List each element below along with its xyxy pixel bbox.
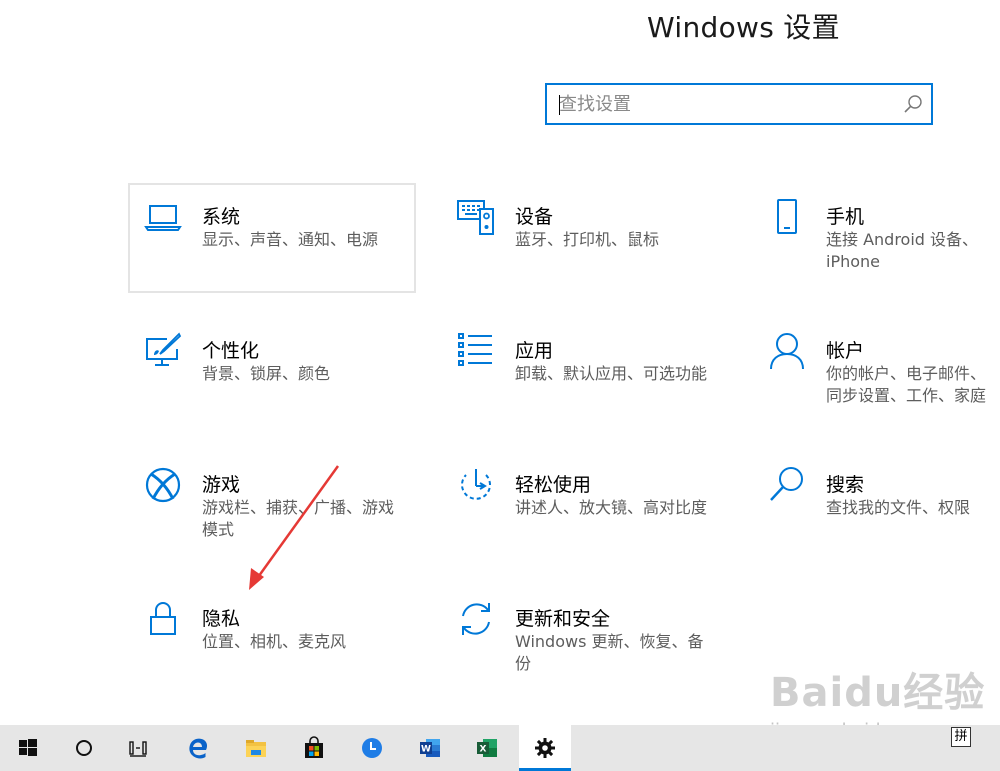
cortana-button[interactable] bbox=[60, 725, 108, 771]
excel-icon: X bbox=[477, 739, 497, 757]
file-explorer-button[interactable] bbox=[232, 725, 280, 771]
tile-ease-of-access[interactable]: 轻松使用 讲述人、放大镜、高对比度 bbox=[441, 451, 729, 561]
tile-name: 设备 bbox=[515, 206, 554, 228]
taskbar: W X bbox=[0, 725, 1000, 771]
tile-name: 个性化 bbox=[202, 340, 260, 362]
page-title: Windows 设置 bbox=[647, 11, 840, 44]
file-explorer-icon bbox=[246, 740, 266, 757]
tile-description: 连接 Android 设备、iPhone bbox=[826, 230, 979, 271]
excel-button[interactable]: X bbox=[463, 725, 511, 771]
tile-search[interactable]: 搜索 查找我的文件、权限 bbox=[752, 451, 1000, 561]
laptop-icon bbox=[144, 205, 182, 231]
tile-name: 轻松使用 bbox=[515, 474, 592, 496]
tile-description: 显示、声音、通知、电源 bbox=[202, 230, 379, 249]
tile-name: 游戏 bbox=[202, 474, 241, 496]
app-list-icon bbox=[458, 333, 492, 366]
tile-update-security[interactable]: 更新和安全 Windows 更新、恢复、备份 bbox=[441, 585, 729, 695]
search-input[interactable] bbox=[559, 85, 889, 123]
tile-name: 搜索 bbox=[826, 474, 865, 496]
text-caret bbox=[559, 95, 560, 115]
svg-text:X: X bbox=[480, 745, 487, 755]
sync-icon bbox=[462, 603, 490, 635]
task-view-button[interactable] bbox=[114, 725, 162, 771]
cortana-icon bbox=[76, 740, 92, 756]
edge-icon bbox=[189, 738, 208, 759]
word-button[interactable]: W bbox=[406, 725, 454, 771]
tile-phone[interactable]: 手机 连接 Android 设备、iPhone bbox=[752, 183, 1000, 293]
tile-description: Windows 更新、恢复、备份 bbox=[515, 632, 704, 673]
clock-app-button[interactable] bbox=[348, 725, 396, 771]
start-button[interactable] bbox=[4, 725, 52, 771]
tile-description: 位置、相机、麦克风 bbox=[202, 632, 347, 651]
tile-description: 卸载、默认应用、可选功能 bbox=[515, 364, 708, 383]
keyboard-speaker-icon bbox=[457, 200, 494, 235]
ease-of-access-icon bbox=[461, 469, 491, 500]
task-view-icon bbox=[129, 741, 147, 757]
person-icon bbox=[770, 333, 804, 370]
tile-description: 背景、锁屏、颜色 bbox=[202, 364, 331, 383]
paint-monitor-icon bbox=[146, 332, 182, 366]
tile-devices[interactable]: 设备 蓝牙、打印机、鼠标 bbox=[441, 183, 729, 293]
tile-name: 手机 bbox=[826, 206, 865, 228]
search-icon bbox=[770, 467, 803, 501]
search-box[interactable] bbox=[545, 83, 933, 125]
svg-text:W: W bbox=[421, 745, 431, 755]
store-icon bbox=[305, 736, 323, 758]
ime-indicator[interactable]: 拼 bbox=[951, 727, 971, 747]
lock-icon bbox=[150, 602, 176, 635]
tile-name: 更新和安全 bbox=[515, 608, 611, 630]
tile-name: 帐户 bbox=[826, 340, 865, 362]
tile-privacy[interactable]: 隐私 位置、相机、麦克风 bbox=[128, 585, 416, 695]
store-button[interactable] bbox=[290, 725, 338, 771]
tile-gaming[interactable]: 游戏 游戏栏、捕获、广播、游戏模式 bbox=[128, 451, 416, 561]
tile-name: 隐私 bbox=[202, 608, 241, 630]
phone-icon bbox=[777, 199, 797, 234]
watermark-brand: Baidu经验 bbox=[770, 670, 986, 716]
settings-icon bbox=[535, 738, 555, 758]
settings-button[interactable] bbox=[519, 725, 571, 771]
tile-name: 系统 bbox=[202, 206, 241, 228]
start-icon bbox=[19, 739, 37, 756]
tile-system[interactable]: 系统 显示、声音、通知、电源 bbox=[128, 183, 416, 293]
tile-description: 查找我的文件、权限 bbox=[826, 498, 971, 517]
watermark: Baidu经验 jingyan.baidu.com bbox=[770, 660, 986, 741]
tile-apps[interactable]: 应用 卸载、默认应用、可选功能 bbox=[441, 317, 729, 427]
tile-accounts[interactable]: 帐户 你的帐户、电子邮件、同步设置、工作、家庭 bbox=[752, 317, 1000, 427]
tile-name: 应用 bbox=[515, 340, 554, 362]
tile-description: 你的帐户、电子邮件、同步设置、工作、家庭 bbox=[826, 364, 987, 405]
tile-description: 游戏栏、捕获、广播、游戏模式 bbox=[202, 498, 395, 539]
word-icon: W bbox=[420, 739, 440, 757]
edge-button[interactable] bbox=[174, 725, 222, 771]
xbox-icon bbox=[145, 467, 181, 503]
clock-app-icon bbox=[362, 738, 382, 758]
tile-personalization[interactable]: 个性化 背景、锁屏、颜色 bbox=[128, 317, 416, 427]
tile-description: 讲述人、放大镜、高对比度 bbox=[515, 498, 708, 517]
search-icon[interactable] bbox=[903, 94, 923, 114]
tile-description: 蓝牙、打印机、鼠标 bbox=[515, 230, 660, 249]
